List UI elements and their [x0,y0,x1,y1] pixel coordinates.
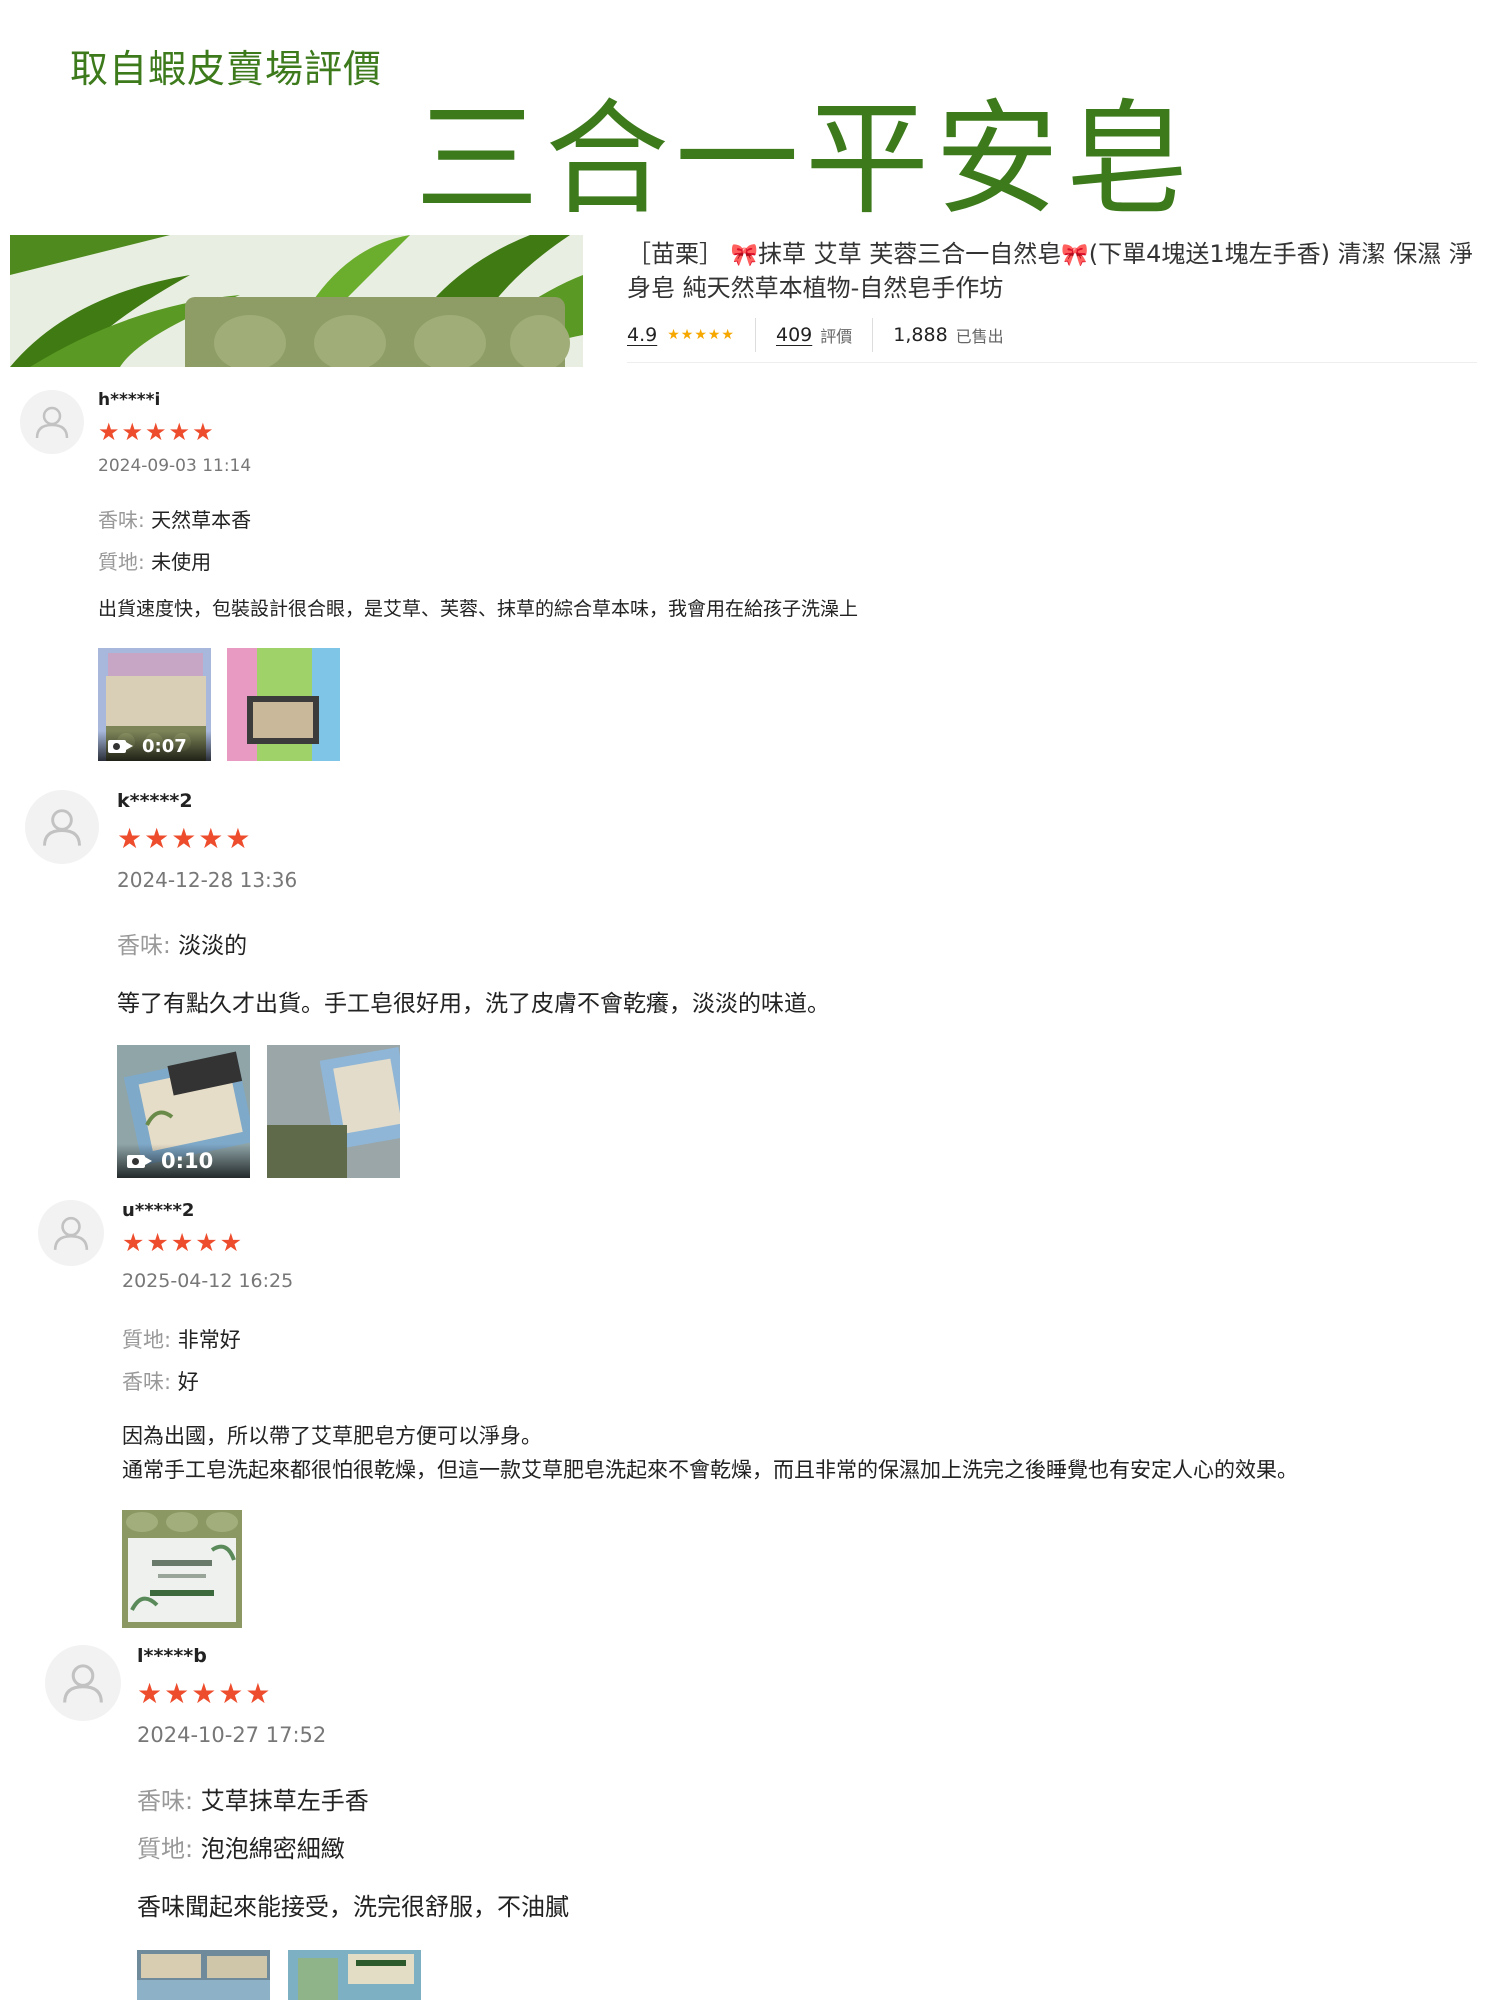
review-photo-thumbnail[interactable] [137,1950,270,2000]
product-rating[interactable]: 4.9 [627,324,657,346]
review-username[interactable]: u*****2 [122,1200,194,1221]
header-divider [627,362,1477,363]
user-icon [43,809,81,846]
review-attribute: 香味: 淡淡的 [117,933,248,959]
ribbon-bow-icon: 🎀 [1061,243,1089,268]
review-attribute: 香味: 天然草本香 [98,508,252,532]
user-icon [35,406,69,439]
ribbon-bow-icon: 🎀 [730,243,759,268]
avatar[interactable] [25,790,99,864]
review-item: l*****b ★★★★★ 2024-10-27 17:52 香味: 艾草抹草左… [45,1645,1495,2000]
review-comment-line: 通常手工皂洗起來都很怕很乾燥，但這一款艾草肥皂洗起來不會乾燥，而且非常的保濕加上… [122,1458,1298,1482]
video-duration-badge: 0:10 [117,1144,250,1178]
review-count[interactable]: 409 [776,324,812,346]
product-title-name: 抹草 艾草 芙蓉三合一自然皂 [758,240,1062,268]
avatar[interactable] [45,1645,121,1721]
review-stars: ★★★★★ [137,1677,273,1710]
review-attribute: 香味: 艾草抹草左手香 [137,1787,369,1815]
stats-divider [872,318,874,352]
review-attribute: 香味: 好 [122,1370,199,1394]
review-photo-thumbnail[interactable] [267,1045,400,1178]
review-attribute: 質地: 泡泡綿密細緻 [137,1835,345,1863]
review-username[interactable]: h*****i [98,390,160,410]
user-icon [53,1216,89,1250]
avatar[interactable] [38,1200,104,1266]
review-username[interactable]: l*****b [137,1645,207,1667]
video-duration: 0:07 [142,735,187,757]
review-date: 2024-10-27 17:52 [137,1723,327,1747]
review-date: 2025-04-12 16:25 [122,1270,294,1292]
review-date: 2024-12-28 13:36 [117,868,298,892]
review-stars: ★★★★★ [117,822,253,855]
review-photo-thumbnail[interactable] [288,1950,421,2000]
review-date: 2024-09-03 11:14 [98,456,252,476]
source-note: 取自蝦皮賣場評價 [70,47,383,91]
page-headline: 三合一平安皂 [415,88,1196,232]
rating-stars-icon: ★★★★★ [667,327,735,343]
review-item: u*****2 ★★★★★ 2025-04-12 16:25 質地: 非常好 香… [38,1200,1498,1628]
review-video-thumbnail[interactable]: 0:07 [98,648,211,761]
review-attribute: 質地: 非常好 [122,1328,241,1352]
video-duration-badge: 0:07 [98,731,211,761]
review-comment-line: 因為出國，所以帶了艾草肥皂方便可以淨身。 [122,1424,542,1448]
review-attribute: 質地: 未使用 [98,550,212,574]
review-item: k*****2 ★★★★★ 2024-12-28 13:36 香味: 淡淡的 等… [25,790,1485,1190]
sold-count-label: 已售出 [955,327,1004,346]
review-video-thumbnail[interactable]: 0:10 [117,1045,250,1178]
review-comment: 等了有點久才出貨。手工皂很好用，洗了皮膚不會乾癢，淡淡的味道。 [117,991,830,1017]
review-comment: 出貨速度快，包裝設計很合眼，是艾草、芙蓉、抹草的綜合草本味，我會用在給孩子洗澡上 [98,598,859,620]
product-stats: 4.9 ★★★★★ 409 評價 1,888 已售出 [627,318,1004,352]
review-username[interactable]: k*****2 [117,790,193,812]
video-camera-icon [127,1154,152,1168]
video-camera-icon [108,739,133,753]
review-stars: ★★★★★ [122,1228,245,1257]
review-item: h*****i ★★★★★ 2024-09-03 11:14 香味: 天然草本香… [20,390,1480,770]
review-comment: 香味聞起來能接受，洗完很舒服，不油膩 [137,1893,569,1921]
review-photo-thumbnail[interactable] [122,1510,242,1628]
avatar[interactable] [20,390,84,454]
user-icon [63,1664,103,1703]
product-title[interactable]: ［苗栗］ 🎀抹草 艾草 芙蓉三合一自然皂🎀(下單4塊送1塊左手香) 清潔 保濕 … [627,238,1477,304]
review-photo-thumbnail[interactable] [227,648,340,761]
stats-divider [754,318,756,352]
sold-count: 1,888 [893,324,948,346]
video-duration: 0:10 [161,1149,214,1173]
review-count-label: 評價 [820,327,853,346]
product-banner-image[interactable] [10,235,583,367]
review-stars: ★★★★★ [98,418,216,446]
product-title-location: ［苗栗］ [627,240,723,268]
